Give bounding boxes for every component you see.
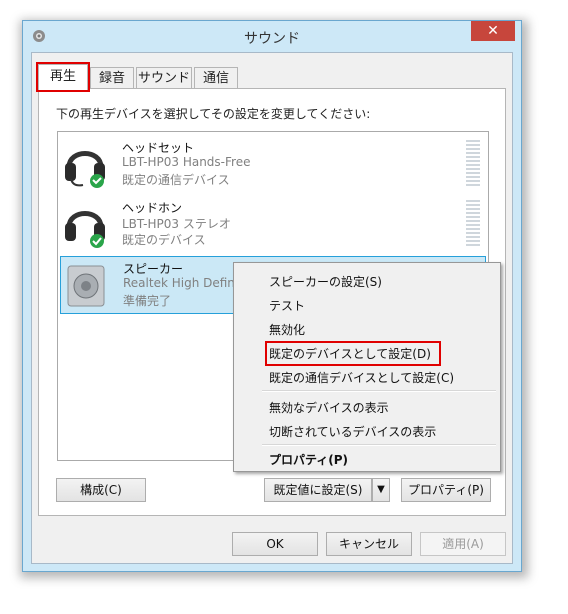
menu-item-show-disconnected-devices[interactable]: 切断されているデバイスの表示: [269, 423, 436, 440]
properties-button[interactable]: プロパティ(P): [401, 478, 491, 502]
device-context-menu: スピーカーの設定(S) テスト 無効化 既定のデバイスとして設定(D) 既定の通…: [233, 262, 501, 472]
device-model: LBT-HP03 Hands-Free: [122, 155, 251, 169]
volume-meter: [466, 140, 480, 186]
window-title: サウンド: [244, 31, 300, 47]
device-model: LBT-HP03 ステレオ: [122, 217, 231, 231]
tab-playback[interactable]: 再生: [36, 62, 90, 92]
configure-button[interactable]: 構成(C): [56, 478, 146, 502]
menu-item-show-disabled-devices[interactable]: 無効なデバイスの表示: [269, 399, 389, 416]
device-item-headset[interactable]: ヘッドセット LBT-HP03 Hands-Free 既定の通信デバイス: [60, 136, 486, 194]
device-name: ヘッドホン: [122, 201, 183, 215]
speaker-icon: [67, 265, 105, 307]
menu-item-speaker-settings[interactable]: スピーカーの設定(S): [269, 273, 382, 290]
device-status: 準備完了: [123, 294, 172, 308]
apply-button[interactable]: 適用(A): [420, 532, 506, 556]
menu-item-test[interactable]: テスト: [269, 297, 305, 314]
close-button[interactable]: ✕: [471, 21, 515, 41]
tab-recording[interactable]: 録音: [90, 67, 134, 88]
device-model: Realtek High Defin: [123, 276, 235, 290]
menu-item-disable[interactable]: 無効化: [269, 321, 305, 338]
tab-communications[interactable]: 通信: [194, 67, 238, 88]
headset-phone-icon: [65, 151, 105, 188]
device-status: 既定のデバイス: [122, 233, 206, 247]
headphones-check-icon: [65, 211, 105, 248]
menu-item-properties[interactable]: プロパティ(P): [269, 451, 348, 468]
title-bar[interactable]: サウンド ✕: [23, 21, 521, 53]
instruction-text: 下の再生デバイスを選択してその設定を変更してください:: [56, 107, 371, 121]
device-name: スピーカー: [123, 262, 184, 276]
menu-separator: [262, 444, 496, 446]
set-default-dropdown-button[interactable]: ▼: [372, 478, 390, 502]
cancel-button[interactable]: キャンセル: [326, 532, 412, 556]
device-name: ヘッドセット: [122, 141, 195, 155]
menu-item-set-default-device[interactable]: 既定のデバイスとして設定(D): [265, 341, 441, 366]
volume-meter: [466, 200, 480, 246]
tab-sounds[interactable]: サウンド: [136, 67, 192, 88]
device-item-headphones[interactable]: ヘッドホン LBT-HP03 ステレオ 既定のデバイス: [60, 196, 486, 254]
menu-item-set-default-comm-device[interactable]: 既定の通信デバイスとして設定(C): [269, 369, 454, 386]
set-default-button[interactable]: 既定値に設定(S): [264, 478, 372, 502]
menu-separator: [262, 390, 496, 392]
ok-button[interactable]: OK: [232, 532, 318, 556]
device-status: 既定の通信デバイス: [122, 173, 230, 187]
